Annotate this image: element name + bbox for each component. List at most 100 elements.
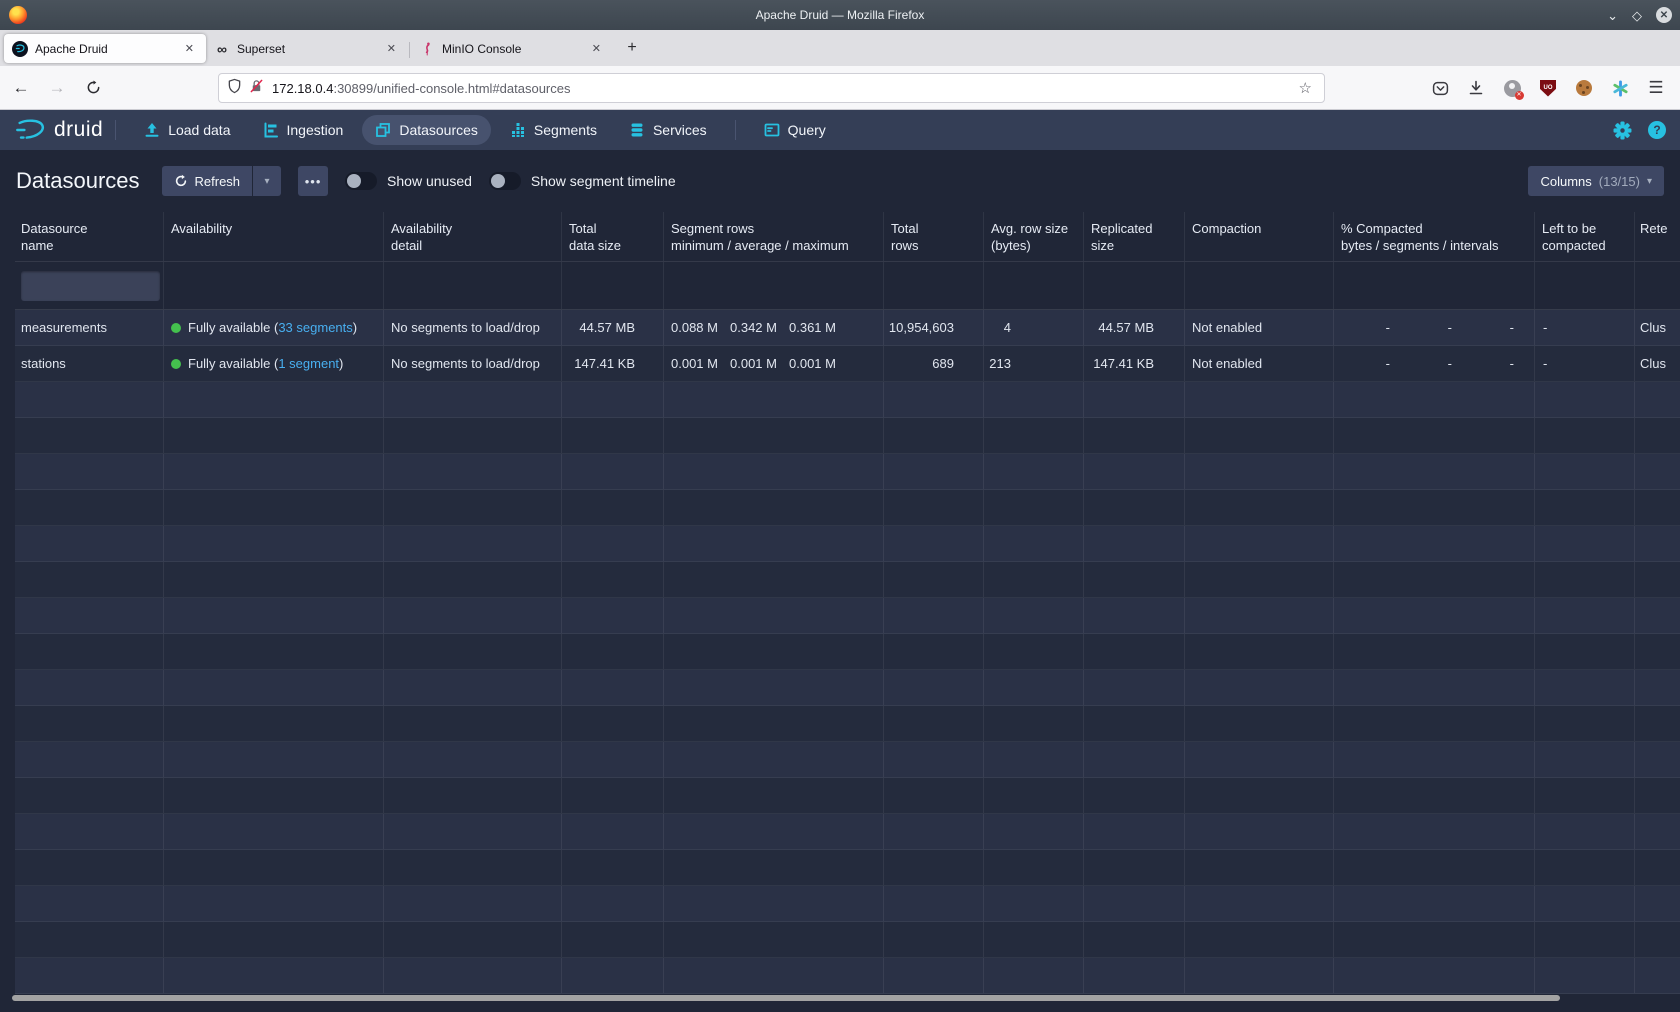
cookie-extension-icon[interactable] [1570, 74, 1598, 102]
status-dot-icon [171, 323, 181, 333]
column-header-total-rows[interactable]: Totalrows [884, 212, 984, 261]
nav-item-label: Query [788, 122, 826, 138]
horizontal-scrollbar[interactable] [12, 995, 1560, 1001]
tab-label: Apache Druid [35, 42, 174, 56]
tab-close-icon[interactable]: ✕ [383, 40, 400, 57]
shield-icon[interactable] [227, 78, 242, 99]
nav-item-label: Segments [534, 122, 597, 138]
pocket-icon[interactable] [1426, 74, 1454, 102]
insecure-lock-icon[interactable] [249, 78, 264, 99]
nav-item-datasources[interactable]: Datasources [362, 115, 491, 145]
druid-favicon-icon [12, 41, 28, 57]
datasource-name-cell: stations [15, 346, 164, 381]
nav-item-segments[interactable]: Segments [497, 115, 610, 145]
table-row-empty [15, 382, 1680, 418]
status-dot-icon [171, 359, 181, 369]
tab-minio-console[interactable]: MinIO Console ✕ [411, 34, 613, 63]
page-header: Datasources Refresh ▾ ••• Show unused Sh… [0, 150, 1680, 212]
druid-console: druid Load data Ingestion Datasources Se… [0, 110, 1680, 1012]
nav-item-services[interactable]: Services [616, 115, 720, 145]
table-row-empty [15, 922, 1680, 958]
column-header-replicated-size[interactable]: Replicatedsize [1084, 212, 1185, 261]
bookmark-star-icon[interactable]: ☆ [1295, 79, 1316, 97]
columns-button[interactable]: Columns (13/15) ▾ [1528, 166, 1664, 196]
load-data-icon [144, 122, 160, 138]
show-segment-timeline-toggle[interactable] [489, 172, 521, 190]
total-data-size-cell: 44.57 MB [562, 310, 664, 345]
left-to-compact-cell: - [1535, 310, 1635, 345]
table-row-stations[interactable]: stations Fully available (1 segment) No … [15, 346, 1680, 382]
settings-gear-icon[interactable] [1613, 121, 1632, 140]
tab-apache-druid[interactable]: Apache Druid ✕ [4, 34, 206, 63]
nav-item-label: Load data [168, 122, 230, 138]
column-header-availability-detail[interactable]: Availabilitydetail [384, 212, 562, 261]
asterisk-extension-icon[interactable] [1606, 74, 1634, 102]
refresh-icon [174, 174, 188, 188]
tab-close-icon[interactable]: ✕ [588, 40, 605, 57]
column-header-compaction[interactable]: Compaction [1185, 212, 1334, 261]
show-segment-timeline-label: Show segment timeline [531, 173, 676, 189]
column-header-left-to-be-compacted[interactable]: Left to becompacted [1535, 212, 1635, 261]
total-data-size-cell: 147.41 KB [562, 346, 664, 381]
new-tab-button[interactable]: + [619, 35, 645, 61]
chevron-down-icon: ▾ [1647, 176, 1652, 187]
pct-compacted-cell: --- [1334, 310, 1535, 345]
window-title: Apache Druid — Mozilla Firefox [0, 8, 1680, 22]
tab-strip: Apache Druid ✕ ∞ Superset ✕ MinIO Consol… [0, 30, 1680, 66]
druid-logo[interactable]: druid [14, 118, 103, 143]
segments-link[interactable]: 33 segments [278, 320, 352, 335]
window-minimize-icon[interactable]: ⌄ [1607, 9, 1618, 22]
column-header-total-data-size[interactable]: Totaldata size [562, 212, 664, 261]
table-row-measurements[interactable]: measurements Fully available (33 segment… [15, 310, 1680, 346]
compaction-cell: Not enabled [1185, 346, 1334, 381]
show-unused-toggle-group: Show unused [345, 172, 472, 190]
nav-item-load-data[interactable]: Load data [131, 115, 243, 145]
table-row-empty [15, 814, 1680, 850]
segments-icon [510, 122, 526, 138]
retention-cell: Clus [1635, 346, 1680, 381]
refresh-button[interactable]: Refresh [162, 166, 253, 196]
help-icon[interactable]: ? [1648, 121, 1666, 139]
column-header-avg-row-size[interactable]: Avg. row size(bytes) [984, 212, 1084, 261]
tab-superset[interactable]: ∞ Superset ✕ [206, 34, 408, 63]
downloads-icon[interactable] [1462, 74, 1490, 102]
nav-item-ingestion[interactable]: Ingestion [250, 115, 357, 145]
table-row-empty [15, 454, 1680, 490]
segment-rows-cell: 0.001 M0.001 M0.001 M [664, 346, 884, 381]
extension-icon[interactable] [1498, 74, 1526, 102]
column-header-availability[interactable]: Availability [164, 212, 384, 261]
back-button[interactable]: ← [6, 73, 36, 103]
column-header-datasource-name[interactable]: Datasourcename [15, 212, 164, 261]
url-bar[interactable]: 172.18.0.4:30899/unified-console.html#da… [218, 73, 1325, 103]
table-empty-rows [15, 382, 1680, 994]
window-close-icon[interactable]: ✕ [1656, 7, 1672, 23]
nav-item-query[interactable]: Query [751, 115, 839, 145]
table-header-row: Datasourcename Availability Availability… [15, 212, 1680, 262]
retention-cell: Clus [1635, 310, 1680, 345]
url-text[interactable]: 172.18.0.4:30899/unified-console.html#da… [272, 81, 1295, 96]
show-unused-toggle[interactable] [345, 172, 377, 190]
avg-row-size-cell: 4 [984, 310, 1084, 345]
column-header-retention[interactable]: Rete [1635, 212, 1680, 261]
column-header-pct-compacted[interactable]: % Compactedbytes / segments / intervals [1334, 212, 1535, 261]
table-row-empty [15, 778, 1680, 814]
more-actions-button[interactable]: ••• [298, 166, 328, 196]
url-host: 172.18.0.4 [272, 81, 333, 96]
segments-link[interactable]: 1 segment [278, 356, 339, 371]
segment-rows-cell: 0.088 M0.342 M0.361 M [664, 310, 884, 345]
tab-close-icon[interactable]: ✕ [181, 40, 198, 57]
tab-divider [409, 42, 410, 58]
column-header-segment-rows[interactable]: Segment rowsminimum / average / maximum [664, 212, 884, 261]
avg-row-size-cell: 213 [984, 346, 1084, 381]
reload-button[interactable] [78, 73, 108, 103]
ublock-origin-icon[interactable]: UO [1534, 74, 1562, 102]
table-row-empty [15, 490, 1680, 526]
columns-count: (13/15) [1599, 174, 1640, 189]
datasource-name-filter-input[interactable] [21, 271, 160, 301]
replicated-size-cell: 44.57 MB [1084, 310, 1185, 345]
window-maximize-icon[interactable]: ◇ [1632, 9, 1642, 22]
ingestion-icon [263, 122, 279, 138]
hamburger-menu-icon[interactable]: ☰ [1642, 74, 1670, 102]
browser-toolbar: ← → 172.18.0.4:30899/unified-console.htm… [0, 66, 1680, 110]
refresh-interval-caret-button[interactable]: ▾ [253, 166, 281, 196]
